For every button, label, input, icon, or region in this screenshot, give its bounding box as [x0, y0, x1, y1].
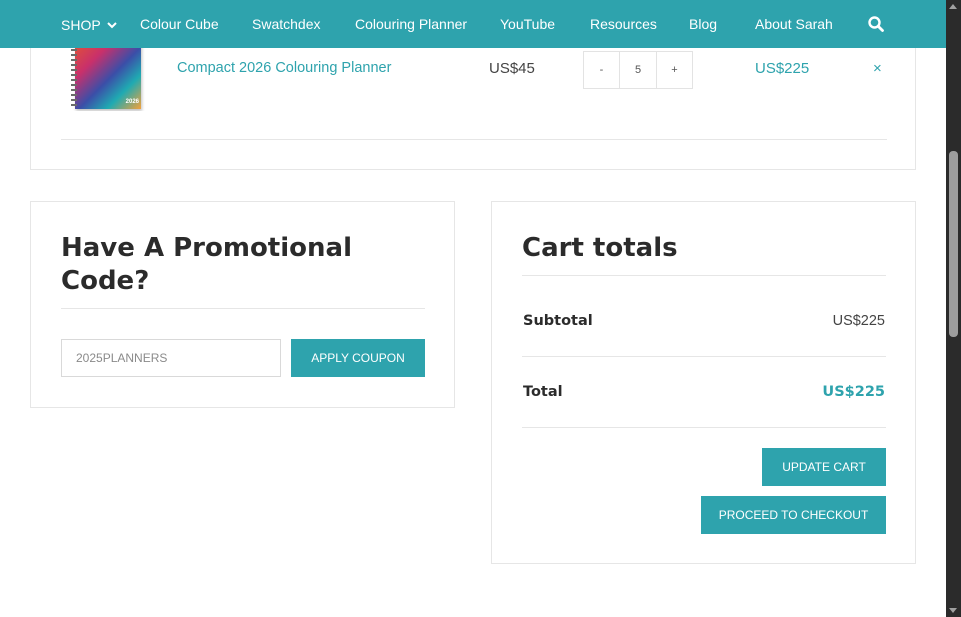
subtotal-label: Subtotal [523, 313, 593, 329]
page-scrollbar[interactable] [946, 0, 961, 617]
divider [522, 275, 886, 276]
promo-code-card: Have A Promotional Code? APPLY COUPON [30, 201, 455, 408]
scroll-up-arrow-icon[interactable] [949, 4, 957, 9]
chevron-down-icon [106, 0, 117, 48]
search-icon[interactable] [867, 15, 885, 33]
nav-colour-cube[interactable]: Colour Cube [140, 0, 219, 48]
scrollbar-thumb[interactable] [949, 151, 958, 337]
nav-resources[interactable]: Resources [590, 0, 657, 48]
quantity-decrement-button[interactable]: - [583, 51, 620, 89]
coupon-code-input[interactable] [61, 339, 281, 377]
nav-colouring-planner[interactable]: Colouring Planner [355, 0, 467, 48]
line-subtotal: US$225 [755, 60, 810, 77]
total-value: US$225 [822, 384, 885, 400]
apply-coupon-button[interactable]: APPLY COUPON [291, 339, 425, 377]
top-navbar: SHOP Colour Cube Swatchdex Colouring Pla… [0, 0, 946, 48]
scroll-down-arrow-icon[interactable] [949, 608, 957, 613]
cart-totals-title: Cart totals [522, 233, 678, 263]
thumbnail-year: 2026 [125, 99, 139, 105]
nav-blog[interactable]: Blog [689, 0, 717, 48]
update-cart-button[interactable]: UPDATE CART [762, 448, 886, 486]
quantity-stepper: - 5 + [583, 51, 693, 89]
nav-shop-label: SHOP [61, 17, 101, 33]
nav-swatchdex[interactable]: Swatchdex [252, 0, 320, 48]
divider [522, 356, 886, 357]
proceed-to-checkout-button[interactable]: PROCEED TO CHECKOUT [701, 496, 886, 534]
product-name-link[interactable]: Compact 2026 Colouring Planner [177, 60, 391, 76]
spiral-binding [71, 39, 77, 107]
quantity-increment-button[interactable]: + [656, 51, 693, 89]
divider [522, 427, 886, 428]
divider [61, 308, 425, 309]
nav-youtube[interactable]: YouTube [500, 0, 555, 48]
remove-item-icon[interactable]: × [873, 60, 882, 77]
unit-price: US$45 [489, 60, 535, 77]
nav-about-sarah[interactable]: About Sarah [755, 0, 833, 48]
product-thumbnail[interactable]: 2026 [71, 37, 145, 111]
promo-title: Have A Promotional Code? [61, 233, 352, 296]
total-label: Total [523, 384, 563, 400]
cart-totals-card: Cart totals Subtotal US$225 Total US$225… [491, 201, 916, 564]
nav-shop[interactable]: SHOP [61, 0, 117, 48]
quantity-input[interactable]: 5 [620, 51, 656, 89]
subtotal-value: US$225 [832, 313, 885, 329]
divider [61, 139, 887, 140]
